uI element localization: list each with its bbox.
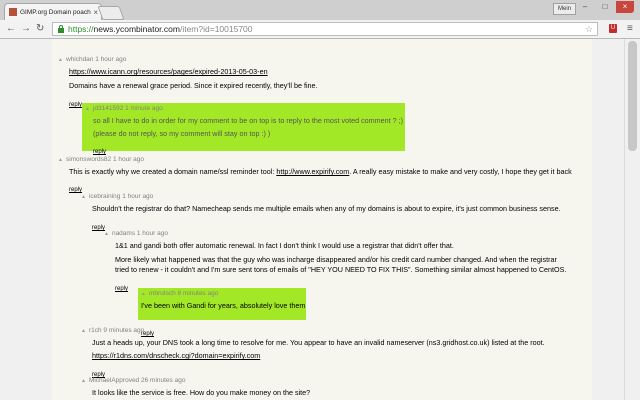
comment-age[interactable]: 1 minute ago [125,105,163,113]
url-scheme: https:// [68,24,94,34]
comment: ▲ simonswords82 1 hour ago This is exact… [58,156,572,196]
bookmark-star-icon[interactable]: ☆ [585,24,593,35]
title-bar: GIMP.org Domain poach × Mein – □ × [0,0,640,20]
profile-button[interactable]: Mein [553,3,577,15]
comment: ▲ icebraining 1 hour ago Shouldn't the r… [81,193,561,234]
upvote-icon[interactable]: ▲ [81,193,86,201]
upvote-icon[interactable]: ▲ [58,156,63,164]
comment: ▲ r1ch 9 minutes ago Just a heads up, yo… [81,327,545,381]
back-icon[interactable]: ← [6,22,16,36]
upvote-icon[interactable]: ▲ [141,290,146,298]
hn-page: ▲ whichdan 1 hour ago https://www.icann.… [52,39,592,400]
url-host: news.ycombinator.com [93,24,180,34]
comment-text: It looks like the service is free. How d… [92,388,311,397]
upvote-icon[interactable]: ▲ [81,327,86,335]
comment-text: More likely what happened was that the g… [115,255,557,264]
new-tab-button[interactable] [97,6,125,20]
comment-text: Just a heads up, your DNS took a long ti… [92,338,545,347]
page-viewport: ▲ whichdan 1 hour ago https://www.icann.… [0,39,640,400]
scroll-thumb[interactable] [628,41,637,151]
comment-user[interactable]: icebraining [89,193,120,201]
reload-icon[interactable]: ↻ [36,22,44,36]
comment-user[interactable]: simonswords82 [66,156,111,164]
comment-age[interactable]: 26 minutes ago [141,377,185,385]
comment-user[interactable]: jd3141592 [93,105,123,113]
comment-text: (please do not reply, so my comment will… [93,129,271,138]
vertical-scrollbar[interactable] [624,39,640,400]
comment-age[interactable]: 1 hour ago [122,193,153,201]
window-controls: – □ × [576,1,634,13]
reply-link[interactable]: reply [69,101,82,109]
comment-meta: ▲ simonswords82 1 hour ago [58,156,572,164]
comment: ▲ MichaelApproved 26 minutes ago It look… [81,377,310,398]
comment-text: This is exactly why we created a domain … [69,167,572,176]
upvote-icon[interactable]: ▲ [58,56,63,64]
comment-age[interactable]: 1 hour ago [137,230,168,238]
comment-user[interactable]: r1ch [89,327,102,335]
comment-link[interactable]: https://www.icann.org/resources/pages/ex… [69,67,268,76]
comment-age[interactable]: 9 minutes ago [103,327,144,335]
address-bar[interactable]: https://news.ycombinator.com/item?id=100… [52,22,598,36]
forward-icon[interactable]: → [21,22,31,36]
reply-link[interactable]: reply [93,148,106,156]
browser-tab[interactable]: GIMP.org Domain poach × [4,3,102,20]
comment-age[interactable]: 1 hour ago [113,156,144,164]
favicon-icon [9,8,17,16]
url-path: /item?id=10015700 [179,24,253,34]
comment-meta: ▲ icebraining 1 hour ago [81,193,561,201]
maximize-icon[interactable]: □ [596,1,614,13]
menu-icon[interactable]: ≡ [627,22,633,36]
comment-user[interactable]: mbrutsch [149,290,176,298]
upvote-icon[interactable]: ▲ [85,105,90,113]
comment-meta: ▲ whichdan 1 hour ago [58,56,318,64]
comment-text: tried to renew - it couldn't and I'm sur… [115,265,567,274]
tab-title: GIMP.org Domain poach [20,8,91,16]
close-window-icon[interactable]: × [616,1,634,13]
upvote-icon[interactable]: ▲ [104,230,109,238]
comment-meta: ▲ nadams 1 hour ago [104,230,566,238]
comment-highlighted: ▲ jd3141592 1 minute ago so all I have t… [82,103,405,155]
comment-user[interactable]: whichdan [66,56,93,64]
comment-highlighted: ▲ mbrutsch 8 minutes ago I've been with … [138,288,306,320]
comment-link[interactable]: http://www.expirify.com [276,167,349,176]
comment: ▲ nadams 1 hour ago 1&1 and gandi both o… [104,230,566,295]
lock-icon [58,24,64,33]
browser-toolbar: ← → ↻ https://news.ycombinator.com/item?… [0,20,640,39]
comment-age[interactable]: 8 minutes ago [178,290,219,298]
minimize-icon[interactable]: – [576,1,594,13]
comment-meta: ▲ mbrutsch 8 minutes ago [141,290,306,298]
comment-text: Domains have a renewal grace period. Sin… [69,81,318,90]
comment-text: Shouldn't the registrar do that? Nameche… [92,204,561,213]
reply-link[interactable]: reply [115,285,128,293]
comment-age[interactable]: 1 hour ago [95,56,126,64]
comment-meta: ▲ MichaelApproved 26 minutes ago [81,377,310,385]
extension-icon[interactable]: U [609,24,617,33]
upvote-icon[interactable]: ▲ [81,377,86,385]
comment-text: 1&1 and gandi both offer automatic renew… [115,241,454,250]
tab-close-icon[interactable]: × [93,8,98,17]
comment-user[interactable]: MichaelApproved [89,377,139,385]
comment-user[interactable]: nadams [112,230,135,238]
comment-text: I've been with Gandi for years, absolute… [141,301,306,310]
comment-link[interactable]: https://r1dns.com/dnscheck.cgi?domain=ex… [92,351,260,360]
comment-text: so all I have to do in order for my comm… [93,116,404,125]
comment-meta: ▲ jd3141592 1 minute ago [85,105,405,113]
comment-meta: ▲ r1ch 9 minutes ago [81,327,545,335]
